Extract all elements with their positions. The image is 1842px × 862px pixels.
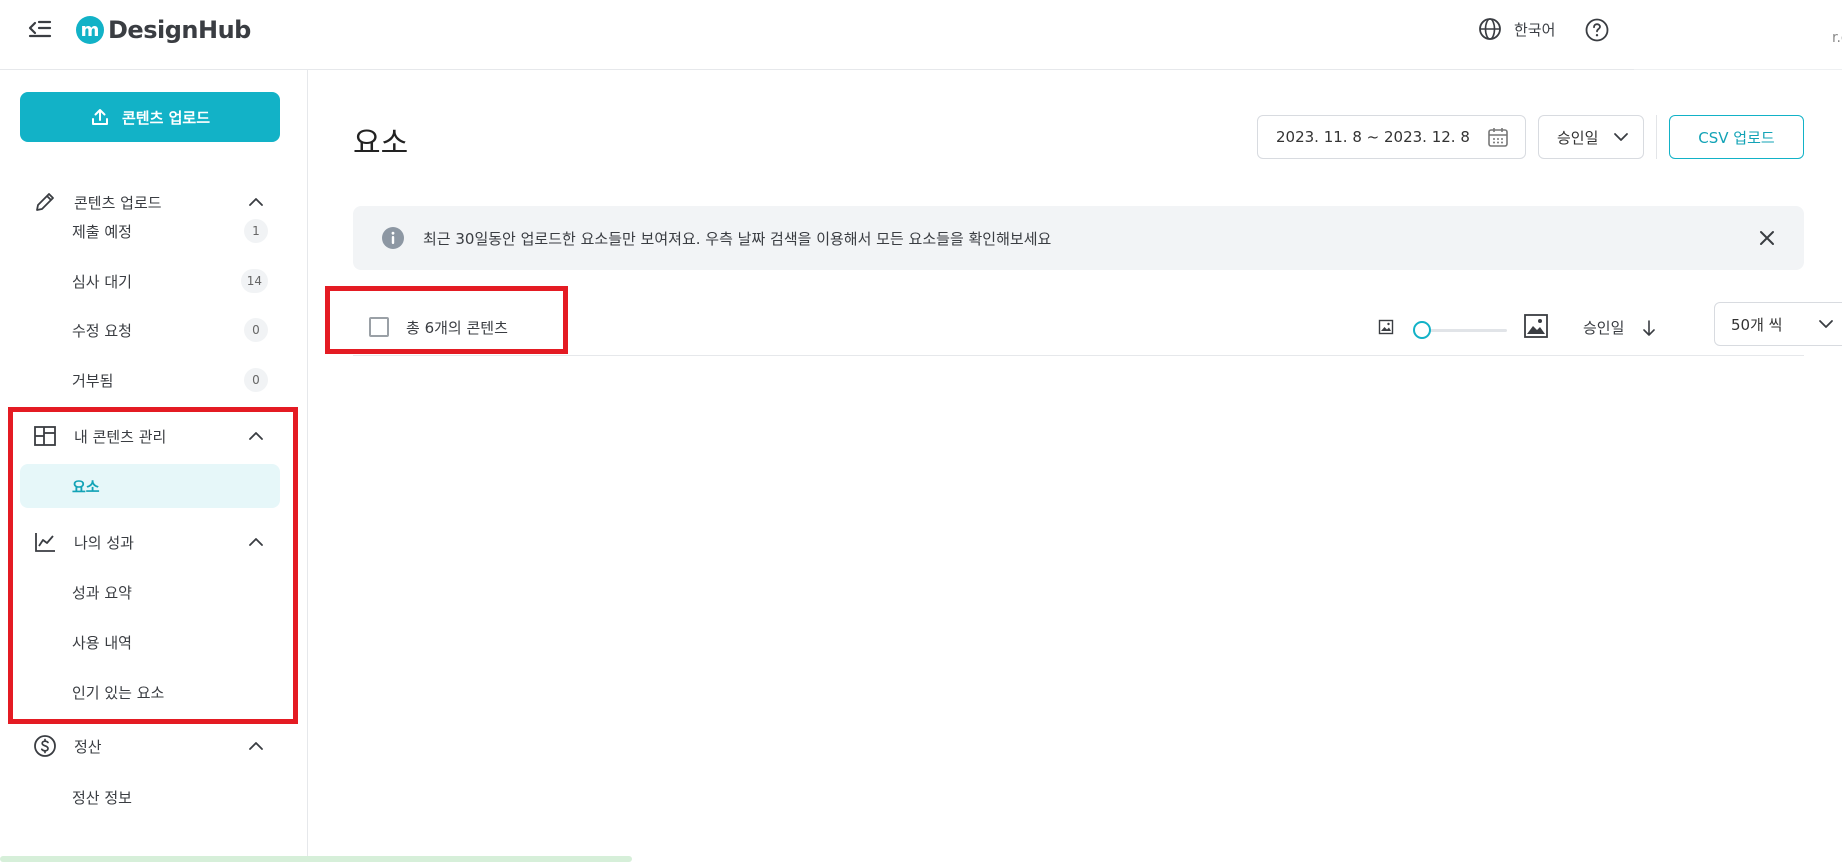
sidebar-item-performance-summary[interactable]: 성과 요약 [20,570,280,614]
upload-icon [91,109,108,125]
close-icon[interactable] [1758,229,1776,247]
help-icon[interactable] [1584,17,1610,43]
sort-label[interactable]: 승인일 [1583,317,1624,338]
sidebar-item-awaiting-review[interactable]: 심사 대기 14 [20,259,280,303]
info-icon [382,227,404,249]
info-notice: 최근 30일동안 업로드한 요소들만 보여져요. 우측 날짜 검색을 이용해서 … [353,206,1804,270]
chevron-down-icon [1819,320,1833,328]
sidebar-group-settlement[interactable]: 정산 [20,726,280,766]
main-content: 요소 2023. 11. 8 ~ 2023. 12. 8 승인일 CSV 업로드… [308,70,1842,862]
sidebar-item-usage-history[interactable]: 사용 내역 [20,620,280,664]
date-range-value: 2023. 11. 8 ~ 2023. 12. 8 [1276,128,1470,146]
notice-text: 최근 30일동안 업로드한 요소들만 보여져요. 우측 날짜 검색을 이용해서 … [423,229,1052,248]
language-selector[interactable]: 한국어 [1478,17,1555,41]
sidebar-group-my-content[interactable]: 내 콘텐츠 관리 [20,416,280,456]
top-bar: m DesignHub 한국어 r.c [0,0,1842,70]
logo-mark: m [76,16,104,44]
globe-icon [1479,18,1501,40]
toolbar-divider [1656,115,1657,159]
sidebar-group-my-performance[interactable]: 나의 성과 [20,522,280,562]
language-label: 한국어 [1514,20,1556,39]
count-badge: 0 [244,368,268,392]
csv-upload-button[interactable]: CSV 업로드 [1669,115,1804,159]
bottom-status-strip [0,856,632,862]
chevron-up-icon[interactable] [246,736,266,756]
page-title: 요소 [353,126,409,161]
per-page-value: 50개 씩 [1731,315,1783,334]
sidebar-item-label: 수정 요청 [72,321,132,340]
chevron-up-icon[interactable] [246,532,266,552]
date-range-picker[interactable]: 2023. 11. 8 ~ 2023. 12. 8 [1257,115,1526,159]
sidebar-item-label: 정산 정보 [72,788,132,807]
dollar-circle-icon [32,733,58,759]
line-chart-icon [32,529,58,555]
content-upload-button-label: 콘텐츠 업로드 [121,108,211,127]
sidebar-group-label: 내 콘텐츠 관리 [74,427,167,446]
total-count-label: 총 6개의 콘텐츠 [406,319,508,337]
sidebar-item-revision-requested[interactable]: 수정 요청 0 [20,308,280,352]
content-upload-button[interactable]: 콘텐츠 업로드 [20,92,280,142]
logo-text: DesignHub [108,16,251,44]
large-image-icon[interactable] [1523,313,1549,339]
thumbnail-size-slider[interactable] [1413,319,1509,341]
top-right-panel [1634,0,1842,70]
small-image-icon[interactable] [1378,319,1394,335]
sidebar-item-label: 거부됨 [72,371,114,390]
chevron-down-icon [1614,133,1628,141]
layout-grid-icon [32,423,58,449]
date-type-value: 승인일 [1557,128,1599,147]
sidebar-item-settlement-info[interactable]: 정산 정보 [20,775,280,819]
sidebar-item-label: 사용 내역 [72,633,132,652]
date-type-select[interactable]: 승인일 [1538,115,1644,159]
count-badge: 0 [244,318,268,342]
sidebar-group-label: 정산 [74,737,102,756]
sidebar-group-label: 나의 성과 [74,533,134,552]
collapse-menu-icon[interactable] [28,18,56,42]
sidebar-item-label: 제출 예정 [72,222,132,241]
sidebar: 콘텐츠 업로드 콘텐츠 업로드 제출 예정 1 심사 대기 14 수정 요청 0… [0,70,308,862]
clipped-edge-text: r.c [1832,30,1842,46]
select-all-checkbox[interactable] [369,317,389,337]
sidebar-item-label: 심사 대기 [72,272,132,291]
per-page-select[interactable]: 50개 씩 [1714,302,1842,346]
list-toolbar: 총 6개의 콘텐츠 승인일 50개 씩 [353,302,1842,356]
calendar-icon [1488,128,1508,147]
sidebar-item-label: 요소 [72,477,100,496]
sidebar-item-elements[interactable]: 요소 [20,464,280,508]
sidebar-item-popular-elements[interactable]: 인기 있는 요소 [20,670,280,714]
arrow-down-icon[interactable] [1640,318,1658,338]
sidebar-item-label: 인기 있는 요소 [72,683,165,702]
slider-track [1419,329,1507,332]
sidebar-item-label: 성과 요약 [72,583,132,602]
sidebar-item-rejected[interactable]: 거부됨 0 [20,358,280,402]
count-badge: 1 [244,219,268,243]
sidebar-item-pending-submission[interactable]: 제출 예정 1 [20,209,280,253]
chevron-up-icon[interactable] [246,426,266,446]
logo[interactable]: m DesignHub [76,15,251,45]
slider-knob[interactable] [1413,321,1431,339]
count-badge: 14 [240,269,268,293]
